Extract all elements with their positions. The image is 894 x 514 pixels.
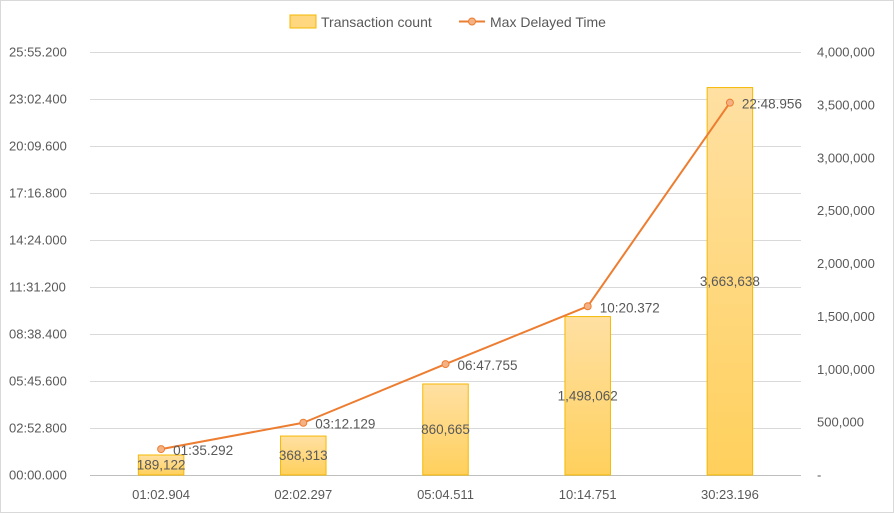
- bar-data-label: 3,663,638: [700, 274, 760, 289]
- combo-chart: 189,122 368,313 860,665 1,498,062 3,663,638 0…: [9, 14, 875, 502]
- left-axis-tick-label: 23:02.400: [9, 92, 67, 107]
- x-axis-tick-label: 01:02.904: [132, 487, 190, 502]
- line-marker: [441, 360, 450, 369]
- line-data-label: 06:47.755: [458, 358, 518, 373]
- right-axis-tick-label: 3,000,000: [817, 150, 875, 165]
- line-marker: [299, 418, 308, 427]
- line-marker: [583, 302, 592, 311]
- right-axis-tick-label: 1,500,000: [817, 309, 875, 324]
- right-axis-tick-label: -: [817, 468, 821, 483]
- line-data-label: 10:20.372: [600, 300, 660, 315]
- right-axis-tick-label: 1,000,000: [817, 362, 875, 377]
- right-axis-tick-label: 3,500,000: [817, 97, 875, 112]
- chart-container: 189,122 368,313 860,665 1,498,062 3,663,638 0…: [0, 0, 894, 513]
- x-axis-tick-label: 02:02.297: [274, 487, 332, 502]
- line-data-label: 01:35.292: [173, 443, 233, 458]
- data-labels: 189,122 368,313 860,665 1,498,062 3,663,638 0…: [137, 97, 802, 473]
- right-axis-tick-label: 4,000,000: [817, 45, 875, 60]
- left-axis-tick-label: 20:09.600: [9, 139, 67, 154]
- left-axis-tick-label: 02:52.800: [9, 421, 67, 436]
- right-axis-tick-label: 2,000,000: [817, 256, 875, 271]
- legend-bar-swatch: [289, 14, 317, 29]
- line-marker: [725, 98, 734, 107]
- bar-series: [137, 87, 754, 476]
- line-data-label: 22:48.956: [742, 97, 802, 112]
- x-axis-tick-label: 05:04.511: [417, 487, 474, 502]
- left-axis-tick-label: 14:24.000: [9, 233, 67, 248]
- right-axis-tick-label: 500,000: [817, 415, 864, 430]
- x-axis-tick-label: 30:23.196: [701, 487, 759, 502]
- left-axis-tick-label: 05:45.600: [9, 374, 67, 389]
- bar-data-label: 860,665: [421, 422, 470, 437]
- right-axis-tick-label: 2,500,000: [817, 203, 875, 218]
- line-data-label: 03:12.129: [315, 417, 375, 432]
- bar-data-label: 368,313: [279, 448, 328, 463]
- left-axis-tick-label: 11:31.200: [9, 280, 66, 295]
- left-axis-tick-label: 17:16.800: [9, 186, 67, 201]
- left-axis-tick-label: 00:00.000: [9, 468, 67, 483]
- legend-bar-label: Transaction count: [321, 14, 432, 30]
- legend-line-marker: [468, 17, 476, 26]
- line-marker: [157, 445, 166, 454]
- bar-data-label: 189,122: [137, 458, 186, 473]
- left-axis-tick-label: 25:55.200: [9, 45, 67, 60]
- bar-data-label: 1,498,062: [558, 388, 618, 403]
- legend-line-label: Max Delayed Time: [490, 14, 606, 30]
- legend: Transaction count Max Delayed Time: [289, 14, 606, 30]
- x-axis-tick-label: 10:14.751: [559, 487, 617, 502]
- left-axis-tick-label: 08:38.400: [9, 327, 67, 342]
